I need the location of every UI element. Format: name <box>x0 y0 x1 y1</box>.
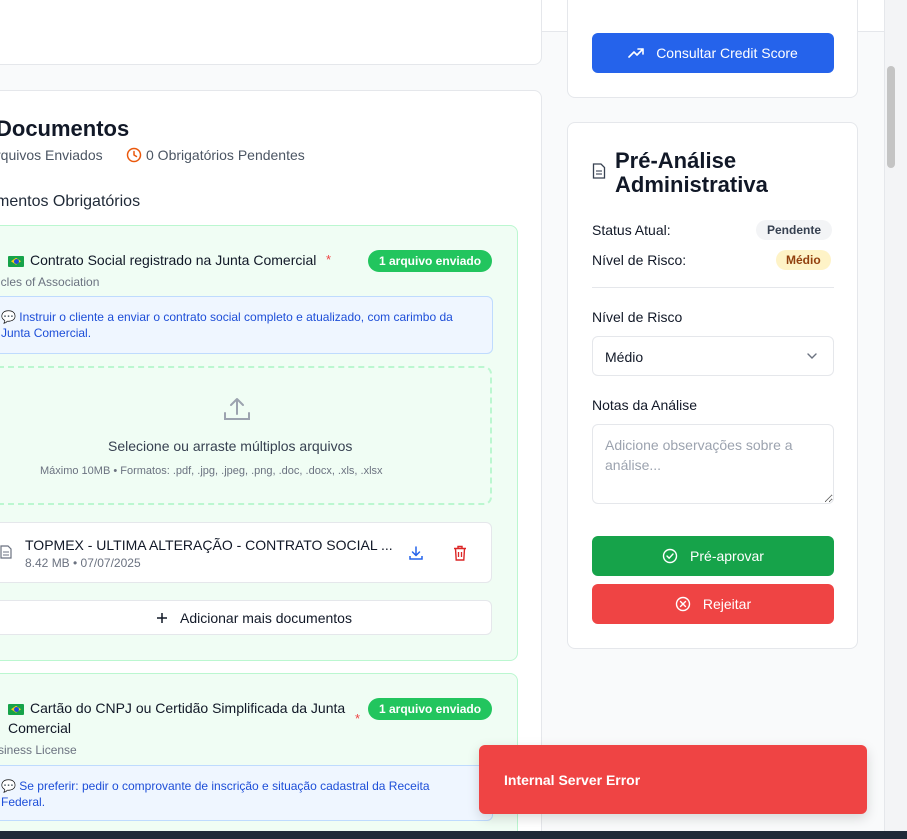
document-title: Contrato Social registrado na Junta Come… <box>8 252 316 268</box>
download-icon[interactable] <box>408 545 424 561</box>
document-title: Cartão do CNPJ ou Certidão Simplificada … <box>8 700 345 716</box>
error-toast[interactable]: Internal Server Error <box>479 745 867 814</box>
document-title-text: Contrato Social registrado na Junta Come… <box>30 252 317 268</box>
file-name: TOPMEX - ULTIMA ALTERAÇÃO - CONTRATO SOC… <box>25 537 393 553</box>
previous-card <box>0 0 542 65</box>
chevron-down-icon <box>807 353 817 359</box>
risk-level-label: Nível de Risco: <box>592 252 687 268</box>
instruction-note-line-1: 💬 Se preferir: pedir o comprovante de in… <box>1 779 430 793</box>
brazil-flag-icon <box>8 703 24 715</box>
bottom-edge <box>0 831 907 839</box>
risk-select-label: Nível de Risco <box>592 309 683 325</box>
document-title-line-1: Cartão do CNPJ ou Certidão Simplificada … <box>30 700 346 716</box>
upload-dropzone[interactable] <box>0 366 492 505</box>
instruction-note-line-1: 💬 Instruir o cliente a enviar o contrato… <box>1 310 453 324</box>
pre-approve-button[interactable]: Pré-aprovar <box>592 536 834 576</box>
document-subtitle: icles of Association <box>0 275 100 289</box>
scrollbar-thumb[interactable] <box>887 66 895 168</box>
pre-analysis-title: Pré-Análise Administrativa <box>615 148 768 197</box>
files-sent-badge: 1 arquivo enviado <box>368 250 493 272</box>
file-meta: 8.42 MB • 07/07/2025 <box>25 556 141 570</box>
documents-pending-summary: 0 Obrigatórios Pendentes <box>146 147 305 163</box>
add-more-label: Adicionar mais documentos <box>180 609 352 626</box>
file-icon <box>0 545 12 559</box>
analysis-notes-input[interactable] <box>592 424 834 504</box>
risk-level-select[interactable]: Médio <box>592 336 834 376</box>
notes-label: Notas da Análise <box>592 397 698 413</box>
status-label: Status Atual: <box>592 222 671 238</box>
trash-icon[interactable] <box>453 545 467 561</box>
main-viewport: Documentos rquivos Enviados 0 Obrigatóri… <box>0 0 884 831</box>
check-circle-icon <box>662 548 678 564</box>
document-title-line-2: Comercial <box>8 720 72 736</box>
documents-sent-summary: rquivos Enviados <box>0 147 103 163</box>
instruction-note: 💬 Se preferir: pedir o comprovante de in… <box>0 765 493 821</box>
instruction-note-line-2: Junta Comercial. <box>1 326 92 340</box>
add-more-documents-button[interactable]: Adicionar mais documentos <box>0 600 492 635</box>
instruction-note: 💬 Instruir o cliente a enviar o contrato… <box>0 296 493 354</box>
risk-level-badge: Médio <box>776 250 831 270</box>
consult-credit-score-label: Consultar Credit Score <box>656 45 798 61</box>
instruction-note-line-2: Federal. <box>1 795 46 809</box>
required-mark: * <box>355 711 361 726</box>
reject-button[interactable]: Rejeitar <box>592 584 834 624</box>
divider <box>592 287 834 288</box>
upload-icon <box>224 398 250 420</box>
x-circle-icon <box>675 596 691 612</box>
brazil-flag-icon <box>8 255 24 267</box>
required-documents-heading: mentos Obrigatórios <box>0 193 141 210</box>
upload-instruction: Selecione ou arraste múltiplos arquivos <box>108 438 353 454</box>
upload-format-hint: Máximo 10MB • Formatos: .pdf, .jpg, .jpe… <box>40 465 383 477</box>
plus-icon <box>157 612 167 623</box>
trending-up-icon <box>628 48 644 58</box>
document-icon <box>592 163 606 179</box>
required-mark: * <box>326 252 332 267</box>
status-badge: Pendente <box>756 220 833 240</box>
reject-label: Rejeitar <box>702 596 752 612</box>
consult-credit-score-button[interactable]: Consultar Credit Score <box>592 33 834 73</box>
files-sent-badge: 1 arquivo enviado <box>368 698 493 720</box>
pre-approve-label: Pré-aprovar <box>690 548 764 564</box>
document-subtitle: siness License <box>0 743 77 757</box>
documents-title: Documentos <box>0 116 130 141</box>
clock-icon <box>126 147 142 163</box>
